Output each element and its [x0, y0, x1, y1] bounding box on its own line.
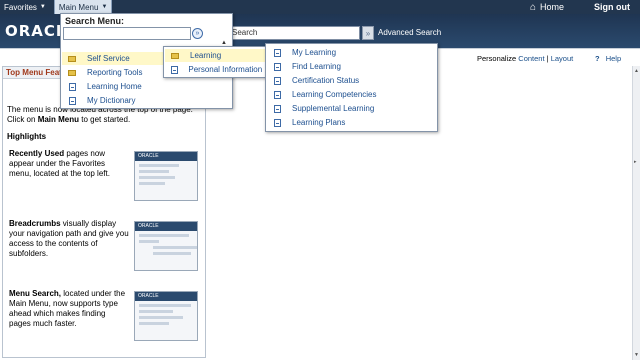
feature-breadcrumbs: Breadcrumbs visually display your naviga… [9, 219, 129, 259]
feature-title: Breadcrumbs [9, 219, 61, 228]
menu-item-learning-competencies[interactable]: Learning Competencies [267, 88, 437, 101]
document-icon [272, 90, 282, 99]
personalize-separator: | [546, 54, 549, 63]
folder-icon [170, 52, 180, 59]
thumb-line [139, 176, 175, 179]
personalize-content-link[interactable]: Content [518, 54, 544, 63]
thumb-line [139, 316, 183, 319]
document-icon [67, 82, 77, 91]
personalize-links: Personalize Content | Layout [477, 54, 573, 63]
chevron-down-icon: ▼ [39, 4, 46, 10]
menu-item-label: My Dictionary [87, 96, 136, 105]
document-icon [272, 118, 282, 127]
sign-out-label: Sign out [594, 2, 630, 12]
thumb-line [139, 240, 159, 243]
search-placeholder: Search [232, 28, 258, 37]
favorites-menu[interactable]: Favorites ▼ [0, 0, 50, 14]
chevron-down-icon: ▼ [101, 4, 108, 10]
thumb-brand: ORACLE [135, 152, 197, 161]
thumb-brand: ORACLE [135, 292, 197, 301]
scroll-down-icon[interactable]: ▼ [634, 352, 639, 358]
highlights-heading: Highlights [7, 132, 47, 141]
document-icon [272, 48, 282, 57]
search-input[interactable]: Search [228, 26, 360, 40]
learning-flyout: My Learning Find Learning Certification … [265, 43, 438, 132]
menu-item-label: Find Learning [292, 62, 341, 71]
feature-title: Menu Search, [9, 289, 62, 298]
thumb-line [139, 234, 189, 237]
intro-line-2-post: to get started. [79, 115, 131, 124]
document-icon [272, 104, 282, 113]
self-service-flyout: Learning Personal Information Home [163, 46, 271, 78]
thumb-line [139, 182, 165, 185]
thumb-line [139, 310, 173, 313]
home-label: Home [539, 2, 564, 12]
favorites-menu-label: Favorites [4, 2, 37, 12]
advanced-search-link[interactable]: Advanced Search [378, 28, 441, 37]
menu-item-personal-information-home[interactable]: Personal Information Home [165, 63, 270, 76]
menu-item-label: Self Service [87, 54, 130, 63]
menu-item-label: Learning Competencies [292, 90, 377, 99]
search-go-button[interactable]: » [362, 26, 374, 40]
menu-item-label: Reporting Tools [87, 68, 143, 77]
search-menu-label: Search Menu: [65, 16, 125, 26]
breadcrumbs-thumbnail: ORACLE [134, 221, 198, 271]
intro-line-2-pre: Click on [7, 115, 38, 124]
thumb-line [139, 170, 169, 173]
document-icon [170, 65, 178, 74]
top-navigation-bar: Favorites ▼ Main Menu ▼ ⌂ Home Sign out [0, 0, 640, 14]
home-icon: ⌂ [529, 1, 536, 13]
thumb-line [139, 322, 169, 325]
folder-icon [67, 55, 77, 62]
personalize-label: Personalize [477, 54, 517, 63]
menu-item-label: Learning Home [87, 82, 142, 91]
menu-item-label: Learning [190, 51, 222, 60]
help-icon: ? [595, 54, 600, 63]
document-icon [67, 96, 77, 105]
recently-used-thumbnail: ORACLE [134, 151, 198, 201]
home-link[interactable]: ⌂ Home [530, 0, 564, 14]
scroll-thumb-icon[interactable]: ▸ [634, 159, 637, 165]
feature-recently-used: Recently Used pages now appear under the… [9, 149, 129, 179]
scroll-up-icon[interactable]: ▲ [634, 68, 639, 74]
menu-search-input[interactable] [63, 27, 191, 40]
menu-item-certification-status[interactable]: Certification Status [267, 74, 437, 87]
folder-icon [67, 69, 77, 76]
feature-menu-search: Menu Search, located under the Main Menu… [9, 289, 129, 329]
menu-item-label: Certification Status [292, 76, 360, 85]
vertical-scrollbar[interactable]: ▲ ▸ ▼ [632, 66, 640, 360]
menu-item-label: Learning Plans [292, 118, 346, 127]
thumb-line [139, 164, 179, 167]
menu-item-my-dictionary[interactable]: My Dictionary [62, 94, 232, 107]
main-menu[interactable]: Main Menu ▼ [53, 0, 113, 14]
menu-search-go-button[interactable]: » [192, 28, 203, 39]
help-label: Help [605, 54, 622, 63]
personalize-layout-link[interactable]: Layout [551, 54, 574, 63]
main-menu-label: Main Menu [58, 2, 99, 12]
intro-line-2: Click on Main Menu to get started. [7, 115, 203, 125]
help-link[interactable]: ? Help [595, 54, 621, 63]
document-icon [272, 76, 282, 85]
menu-item-label: My Learning [292, 48, 337, 57]
sign-out-link[interactable]: Sign out [594, 0, 630, 14]
thumb-line [153, 246, 197, 249]
feature-title: Recently Used [9, 149, 65, 158]
thumb-line [139, 304, 191, 307]
top-menu-features-pagelet: Top Menu Features The menu is now locate… [2, 66, 206, 358]
menu-item-my-learning[interactable]: My Learning [267, 46, 437, 59]
menu-search-thumbnail: ORACLE [134, 291, 198, 341]
thumb-line [153, 252, 191, 255]
menu-item-learning-home[interactable]: Learning Home [62, 80, 232, 93]
menu-item-label: Personal Information Home [188, 65, 270, 74]
menu-item-supplemental-learning[interactable]: Supplemental Learning [267, 102, 437, 115]
thumb-brand: ORACLE [135, 222, 197, 231]
menu-item-find-learning[interactable]: Find Learning [267, 60, 437, 73]
menu-item-learning-plans[interactable]: Learning Plans [267, 116, 437, 129]
menu-item-learning[interactable]: Learning [165, 49, 270, 62]
document-icon [272, 62, 282, 71]
double-chevron-right-icon: » [365, 28, 371, 38]
intro-line-2-bold: Main Menu [37, 115, 80, 124]
double-chevron-right-icon: » [195, 30, 200, 37]
menu-item-label: Supplemental Learning [292, 104, 375, 113]
